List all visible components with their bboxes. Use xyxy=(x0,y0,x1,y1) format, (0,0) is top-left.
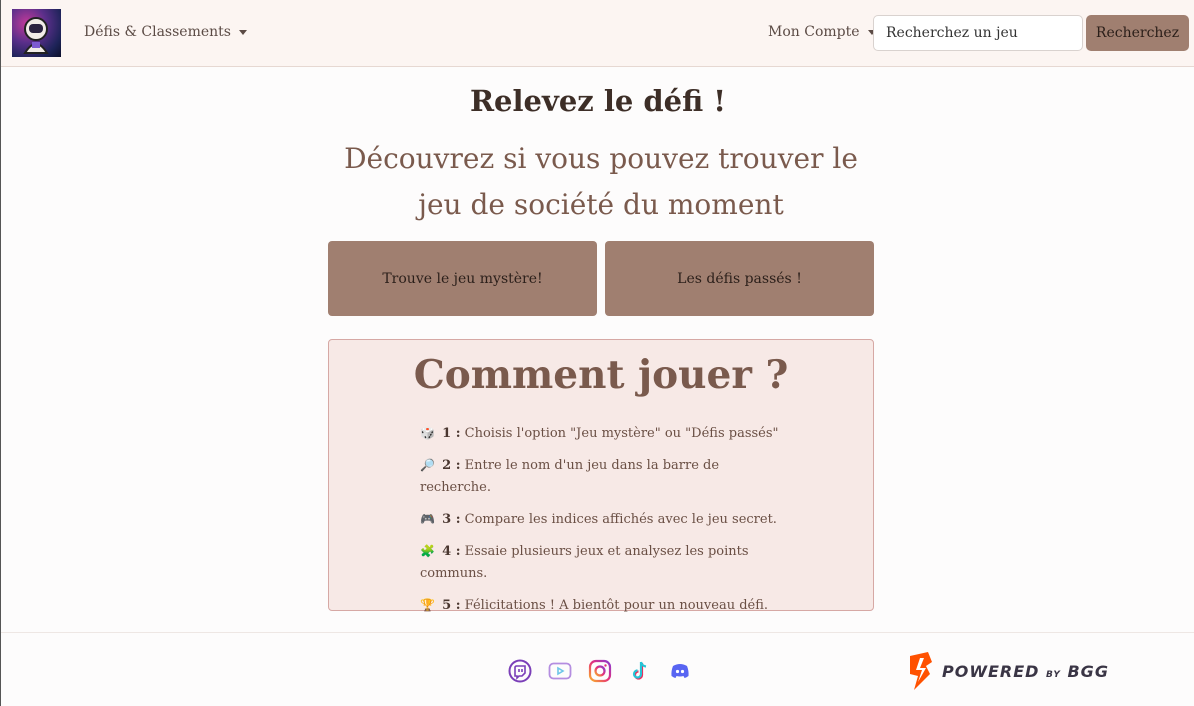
jeu-mystere-button[interactable]: Trouve le jeu mystère! xyxy=(328,241,597,316)
step-text: Félicitations ! A bientôt pour un nouvea… xyxy=(464,598,769,613)
social-links xyxy=(508,659,692,683)
step-text: Essaie plusieurs jeux et analysez les po… xyxy=(420,544,749,581)
bgg-lightning-icon xyxy=(910,652,932,690)
step-number: 2 : xyxy=(442,458,461,473)
powered-by-bgg-logo[interactable]: POWERED BY BGG xyxy=(906,650,1109,692)
page-subtitle: Découvrez si vous pouvez trouver le jeu … xyxy=(344,142,858,221)
step-4: 🧩 4 : Essaie plusieurs jeux et analysez … xyxy=(420,540,790,585)
dice-icon: 🎲 xyxy=(420,426,435,440)
step-3: 🎮 3 : Compare les indices affichés avec … xyxy=(420,508,790,531)
search-button[interactable]: Recherchez xyxy=(1086,15,1189,51)
discord-icon[interactable] xyxy=(668,659,692,683)
defis-classements-dropdown[interactable]: Défis & Classements xyxy=(84,24,247,40)
footer-divider xyxy=(1,632,1194,633)
how-to-play-card: Comment jouer ? 🎲 1 : Choisis l'option "… xyxy=(328,339,874,613)
youtube-icon[interactable] xyxy=(548,659,572,683)
powered-prefix: POWERED xyxy=(942,661,1040,681)
step-text: Entre le nom d'un jeu dans la barre de r… xyxy=(420,458,720,495)
navbar: Défis & Classements Mon Compte Recherche… xyxy=(1,0,1194,67)
step-text: Choisis l'option "Jeu mystère" ou "Défis… xyxy=(464,426,779,441)
step-1: 🎲 1 : Choisis l'option "Jeu mystère" ou … xyxy=(420,422,790,445)
twitch-icon[interactable] xyxy=(508,659,532,683)
tiktok-icon[interactable] xyxy=(628,659,652,683)
search-input[interactable] xyxy=(873,15,1083,51)
bgg-brand: BGG xyxy=(1067,661,1109,681)
step-number: 1 : xyxy=(442,426,461,441)
mon-compte-dropdown[interactable]: Mon Compte xyxy=(768,24,876,40)
how-to-play-title: Comment jouer ? xyxy=(413,352,789,398)
magnifier-icon: 🔎 xyxy=(420,458,435,472)
step-text: Compare les indices affichés avec le jeu… xyxy=(464,512,777,527)
step-number: 5 : xyxy=(442,598,461,613)
step-number: 3 : xyxy=(442,512,461,527)
step-2: 🔎 2 : Entre le nom d'un jeu dans la barr… xyxy=(420,454,790,499)
step-number: 4 : xyxy=(442,544,461,559)
puzzle-icon: 🧩 xyxy=(420,544,435,558)
gamepad-icon: 🎮 xyxy=(420,512,435,526)
page-title: Relevez le défi ! xyxy=(469,84,727,118)
defis-classements-label: Défis & Classements xyxy=(84,24,231,40)
trophy-icon: 🏆 xyxy=(420,598,435,612)
site-logo[interactable] xyxy=(12,9,61,57)
caret-down-icon xyxy=(238,29,247,35)
step-5: 🏆 5 : Félicitations ! A bientôt pour un … xyxy=(420,594,790,617)
powered-by-text: POWERED BY BGG xyxy=(942,662,1109,681)
astronaut-icon xyxy=(23,17,49,54)
steps-list: 🎲 1 : Choisis l'option "Jeu mystère" ou … xyxy=(420,422,790,626)
instagram-icon[interactable] xyxy=(588,659,612,683)
defis-passes-button[interactable]: Les défis passés ! xyxy=(605,241,874,316)
mon-compte-label: Mon Compte xyxy=(768,24,860,40)
powered-by-small: BY xyxy=(1046,669,1061,680)
